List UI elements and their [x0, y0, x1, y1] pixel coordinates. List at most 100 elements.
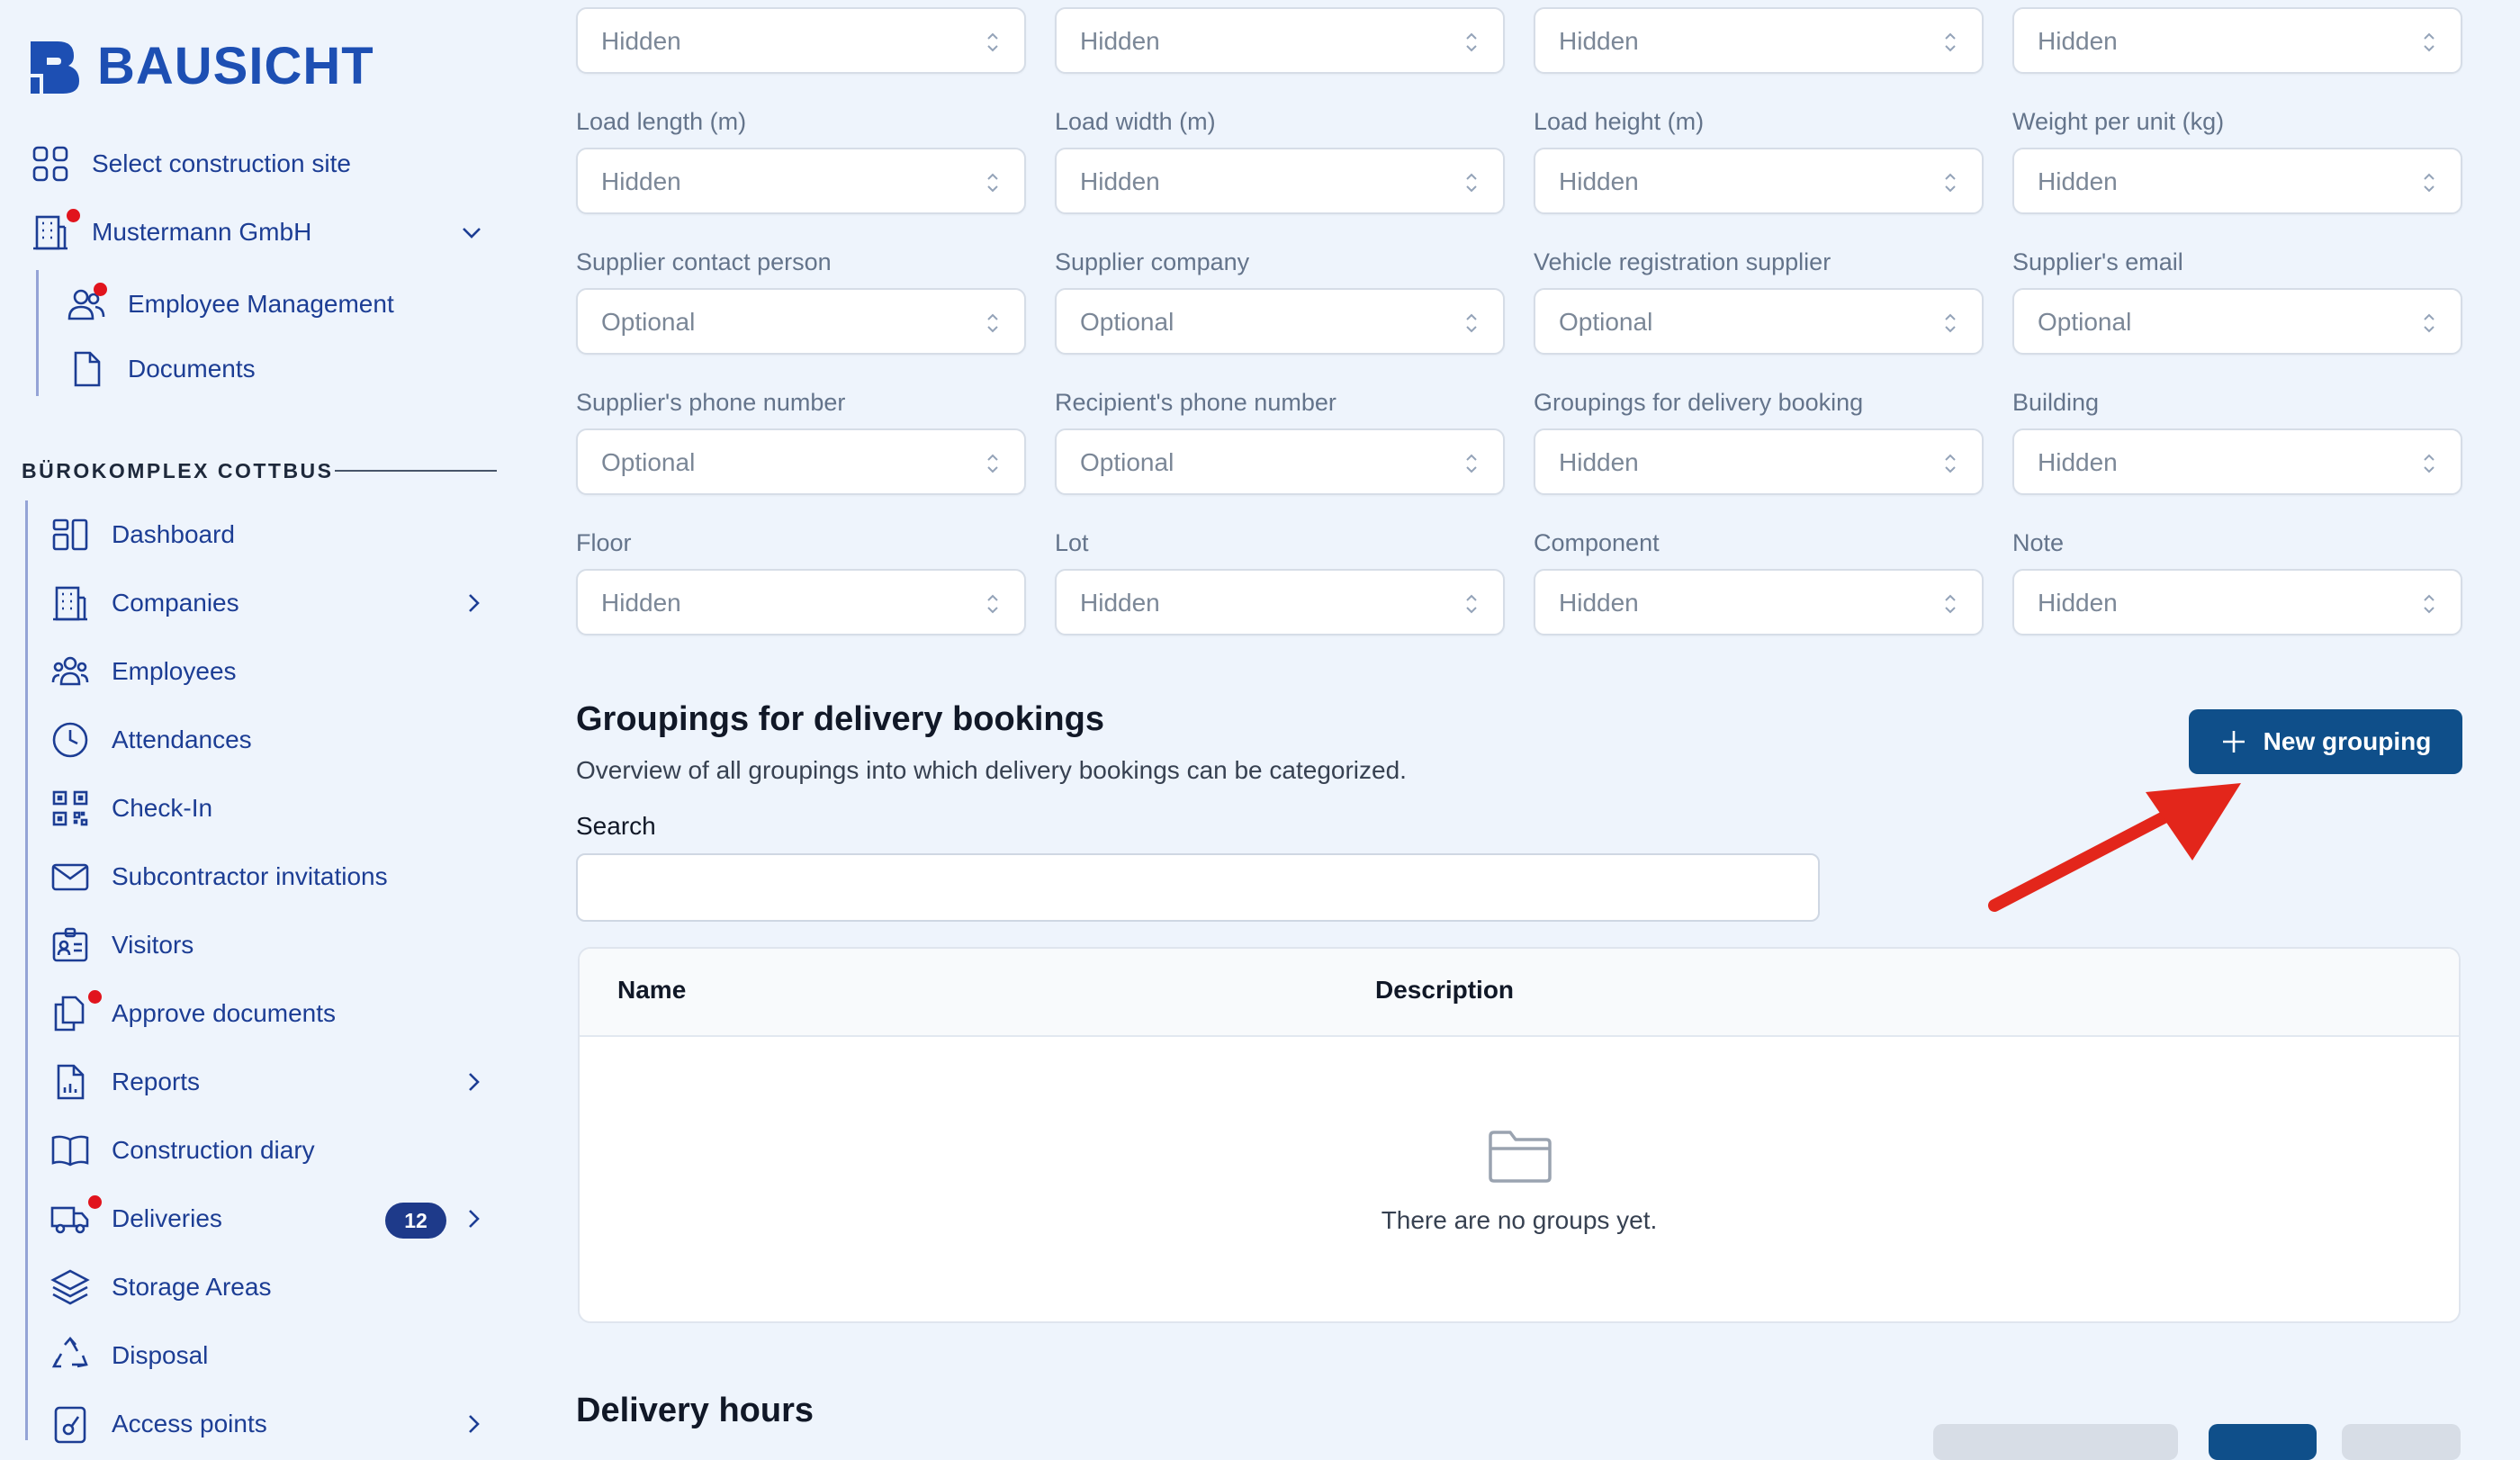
- table-header: Name Description: [580, 949, 2459, 1037]
- chevron-up-down-icon: [2424, 32, 2434, 52]
- nav-attendances[interactable]: Attendances: [50, 720, 252, 760]
- chevron-up-down-icon: [1466, 32, 1477, 52]
- nav-employees[interactable]: Employees: [50, 652, 237, 691]
- site-tree-line: [25, 500, 28, 1440]
- nav-storage-areas[interactable]: Storage Areas: [50, 1267, 271, 1307]
- groupings-table: Name Description There are no groups yet…: [578, 947, 2461, 1323]
- select-value: Hidden: [1080, 167, 1160, 195]
- field-label: Recipient's phone number: [1055, 389, 1336, 416]
- chevron-up-down-icon: [987, 594, 998, 614]
- brand-logo[interactable]: BAUSICHT: [27, 36, 374, 96]
- nav-subcontractor-invitations[interactable]: Subcontractor invitations: [50, 857, 388, 897]
- search-input[interactable]: [576, 853, 1820, 922]
- nav-dashboard[interactable]: Dashboard: [50, 515, 235, 554]
- lot-select[interactable]: Hidden: [1055, 569, 1505, 635]
- recipient-phone-select[interactable]: Optional: [1055, 428, 1505, 495]
- field-select[interactable]: Hidden: [1534, 7, 1984, 74]
- report-icon: [50, 1062, 90, 1102]
- chevron-right-icon[interactable]: [461, 1411, 486, 1437]
- select-site-label: Select construction site: [92, 149, 351, 177]
- nav-label: Visitors: [112, 931, 194, 959]
- chevron-up-down-icon: [1945, 32, 1956, 52]
- nav-visitors[interactable]: Visitors: [50, 925, 194, 965]
- select-value: Hidden: [2038, 589, 2118, 617]
- field-select[interactable]: Hidden: [2012, 7, 2462, 74]
- notification-dot: [88, 990, 102, 1004]
- folder-icon: [1489, 1131, 1552, 1183]
- column-header-description[interactable]: Description: [1375, 976, 1514, 1005]
- nav-companies[interactable]: Companies: [50, 583, 490, 623]
- new-grouping-label: New grouping: [2263, 727, 2432, 755]
- supplier-company-select[interactable]: Optional: [1055, 288, 1505, 355]
- primary-button[interactable]: [2209, 1424, 2317, 1460]
- company-switcher[interactable]: Mustermann GmbH: [31, 209, 490, 252]
- groupings-title: Groupings for delivery bookings: [576, 700, 1104, 738]
- select-value: Optional: [601, 308, 696, 336]
- notification-dot: [88, 1195, 102, 1209]
- select-value: Hidden: [1559, 167, 1639, 195]
- supplier-phone-select[interactable]: Optional: [576, 428, 1026, 495]
- secondary-button[interactable]: [2342, 1424, 2461, 1460]
- column-header-name[interactable]: Name: [617, 976, 686, 1005]
- chevron-up-down-icon: [2424, 454, 2434, 473]
- empty-state-text: There are no groups yet.: [1381, 1206, 1658, 1234]
- nav-access-points[interactable]: Access points: [50, 1404, 490, 1444]
- field-label: Lot: [1055, 529, 1089, 556]
- documents-link[interactable]: Documents: [67, 349, 256, 389]
- weight-per-unit-select[interactable]: Hidden: [2012, 148, 2462, 214]
- site-section-title: BÜROKOMPLEX COTTBUS: [22, 459, 334, 482]
- supplier-contact-select[interactable]: Optional: [576, 288, 1026, 355]
- field-select[interactable]: Hidden: [576, 7, 1026, 74]
- nav-construction-diary[interactable]: Construction diary: [50, 1131, 315, 1170]
- note-select[interactable]: Hidden: [2012, 569, 2462, 635]
- field-select[interactable]: Hidden: [1055, 7, 1505, 74]
- vehicle-registration-select[interactable]: Optional: [1534, 288, 1984, 355]
- chevron-up-down-icon: [987, 313, 998, 333]
- nav-disposal[interactable]: Disposal: [50, 1336, 208, 1375]
- field-label: Note: [2012, 529, 2065, 556]
- documents-label: Documents: [128, 355, 256, 383]
- chevron-up-down-icon: [1945, 594, 1956, 614]
- nav-label: Access points: [112, 1410, 267, 1437]
- nav-label: Storage Areas: [112, 1273, 272, 1301]
- chevron-right-icon[interactable]: [461, 1206, 486, 1231]
- supplier-email-select[interactable]: Optional: [2012, 288, 2462, 355]
- new-grouping-button[interactable]: New grouping: [2189, 709, 2462, 774]
- tree-line: [36, 270, 39, 396]
- chevron-up-down-icon: [1466, 454, 1477, 473]
- building-icon: [50, 583, 90, 623]
- select-value: Hidden: [1559, 27, 1639, 55]
- select-site-link[interactable]: Select construction site: [31, 144, 351, 184]
- groupings-select[interactable]: Hidden: [1534, 428, 1984, 495]
- chevron-up-down-icon: [2424, 594, 2434, 614]
- chevron-down-icon[interactable]: [459, 220, 484, 245]
- building-icon: [31, 209, 80, 252]
- chevron-up-down-icon: [1945, 173, 1956, 193]
- secondary-button[interactable]: [1933, 1424, 2178, 1460]
- chevron-right-icon[interactable]: [461, 1069, 486, 1095]
- chevron-up-down-icon: [2424, 173, 2434, 193]
- nav-approve-documents[interactable]: Approve documents: [50, 990, 336, 1033]
- nav-label: Disposal: [112, 1341, 209, 1369]
- component-select[interactable]: Hidden: [1534, 569, 1984, 635]
- select-value: Hidden: [2038, 167, 2118, 195]
- field-label: Component: [1534, 529, 1660, 556]
- load-length-select[interactable]: Hidden: [576, 148, 1026, 214]
- load-width-select[interactable]: Hidden: [1055, 148, 1505, 214]
- select-value: Hidden: [601, 167, 681, 195]
- plus-icon: [2222, 731, 2245, 753]
- chevron-up-down-icon: [1466, 313, 1477, 333]
- floor-select[interactable]: Hidden: [576, 569, 1026, 635]
- chevron-right-icon[interactable]: [461, 590, 486, 616]
- chevron-up-down-icon: [1466, 173, 1477, 193]
- nav-check-in[interactable]: Check-In: [50, 789, 212, 828]
- field-label: Floor: [576, 529, 632, 556]
- employee-management-link[interactable]: Employee Management: [67, 283, 394, 324]
- nav-reports[interactable]: Reports: [50, 1062, 490, 1102]
- notification-dot: [67, 209, 80, 222]
- load-height-select[interactable]: Hidden: [1534, 148, 1984, 214]
- select-value: Optional: [601, 448, 696, 476]
- building-select[interactable]: Hidden: [2012, 428, 2462, 495]
- nav-label: Companies: [112, 589, 239, 617]
- bausicht-logo-icon: [31, 41, 79, 94]
